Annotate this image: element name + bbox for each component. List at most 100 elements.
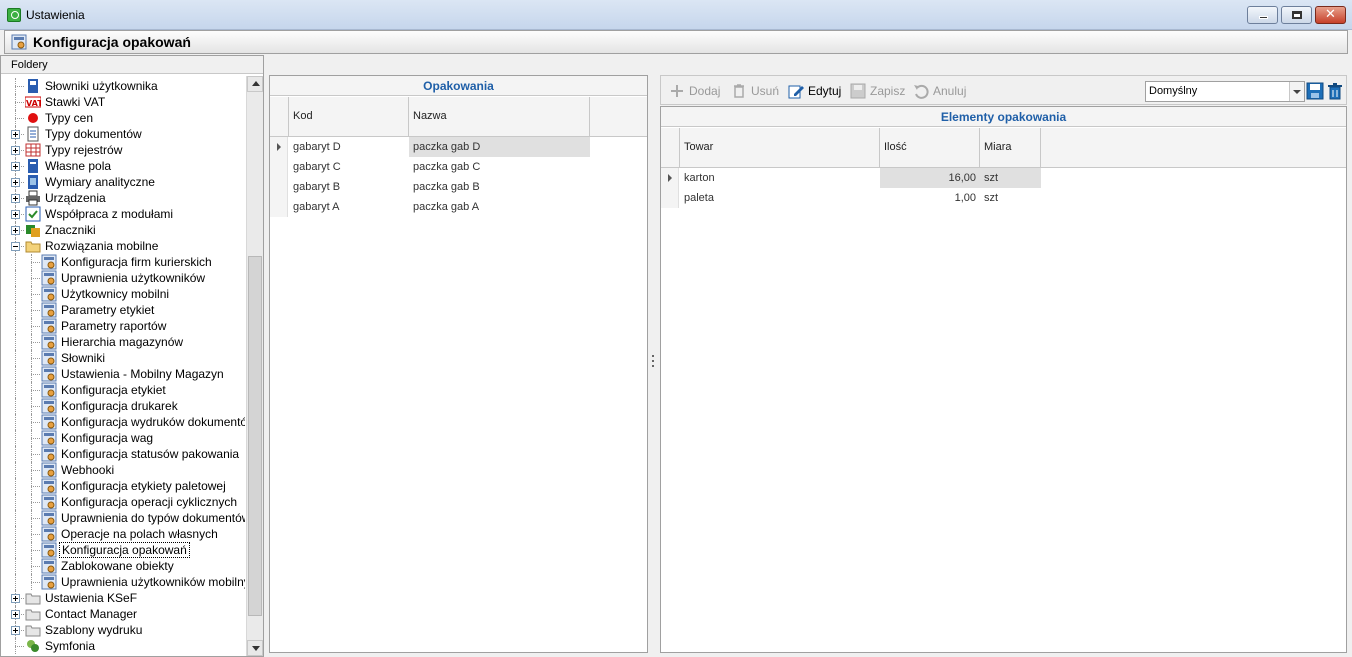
tree-item[interactable]: Parametry etykiet bbox=[1, 302, 245, 318]
tree-item[interactable]: Urządzenia bbox=[1, 190, 245, 206]
cell-ilosc[interactable]: 1,00 bbox=[880, 188, 980, 208]
splitter-handle[interactable] bbox=[652, 355, 655, 371]
cell-kod[interactable]: gabaryt C bbox=[289, 157, 409, 177]
expand-icon[interactable] bbox=[11, 594, 20, 603]
column-header-towar[interactable]: Towar bbox=[680, 128, 880, 168]
tree-item[interactable]: Rozwiązania mobilne bbox=[1, 238, 245, 254]
cell-ilosc[interactable]: 16,00 bbox=[880, 168, 980, 188]
tree-item[interactable]: Współpraca z modułami bbox=[1, 206, 245, 222]
tree-item[interactable]: Contact Manager bbox=[1, 606, 245, 622]
column-header-ilosc[interactable]: Ilość bbox=[880, 128, 980, 168]
tree-item[interactable]: Typy rejestrów bbox=[1, 142, 245, 158]
maximize-button[interactable] bbox=[1281, 6, 1312, 24]
tree-item[interactable]: Konfiguracja etykiet bbox=[1, 382, 245, 398]
tree-item[interactable]: Konfiguracja opakowań bbox=[1, 542, 245, 558]
save-button[interactable]: Zapisz bbox=[850, 81, 908, 101]
scroll-thumb[interactable] bbox=[248, 256, 262, 616]
tree-item[interactable]: Symfonia bbox=[1, 638, 245, 654]
scroll-up-button[interactable] bbox=[247, 76, 263, 92]
tree-item[interactable]: Webhooki bbox=[1, 462, 245, 478]
table-row[interactable]: paleta 1,00 szt bbox=[661, 188, 1346, 208]
table-row[interactable]: gabaryt Apaczka gab A bbox=[270, 197, 647, 217]
tree-item[interactable]: Użytkownicy mobilni bbox=[1, 286, 245, 302]
scroll-down-button[interactable] bbox=[247, 640, 263, 656]
tree-item[interactable]: Konfiguracja firm kurierskich bbox=[1, 254, 245, 270]
config-icon bbox=[41, 462, 57, 478]
tree-item[interactable]: Typy cen bbox=[1, 110, 245, 126]
chevron-down-icon[interactable] bbox=[1289, 82, 1304, 101]
cell-kod[interactable]: gabaryt A bbox=[289, 197, 409, 217]
expand-icon[interactable] bbox=[11, 210, 20, 219]
cell-kod[interactable]: gabaryt B bbox=[289, 177, 409, 197]
edit-button[interactable]: Edytuj bbox=[788, 81, 844, 101]
tree-item[interactable]: Ustawienia KSeF bbox=[1, 590, 245, 606]
tree-item[interactable]: Konfiguracja drukarek bbox=[1, 398, 245, 414]
tree-item-label: Konfiguracja wydruków dokumentów bbox=[61, 415, 245, 429]
save-layout-icon[interactable] bbox=[1306, 82, 1324, 100]
tree-item[interactable]: Uprawnienia użytkowników bbox=[1, 270, 245, 286]
minimize-button[interactable] bbox=[1247, 6, 1278, 24]
tree-line bbox=[31, 550, 40, 551]
tree-item[interactable]: VAT Stawki VAT bbox=[1, 94, 245, 110]
page-title: Konfiguracja opakowań bbox=[33, 34, 191, 50]
expand-icon[interactable] bbox=[11, 178, 20, 187]
tree-item[interactable]: Konfiguracja statusów pakowania bbox=[1, 446, 245, 462]
tree-scrollbar[interactable] bbox=[246, 76, 263, 656]
column-header-kod[interactable]: Kod bbox=[289, 97, 409, 137]
tree-item[interactable]: Parametry raportów bbox=[1, 318, 245, 334]
fields-icon bbox=[28, 159, 38, 173]
expand-icon[interactable] bbox=[11, 194, 20, 203]
cell-towar[interactable]: karton bbox=[680, 168, 880, 188]
delete-layout-icon[interactable] bbox=[1326, 82, 1344, 100]
table-row[interactable]: gabaryt Bpaczka gab B bbox=[270, 177, 647, 197]
expand-icon[interactable] bbox=[11, 226, 20, 235]
delete-button[interactable]: Usuń bbox=[731, 81, 783, 101]
tree-line bbox=[15, 382, 16, 398]
cell-miara[interactable]: szt bbox=[980, 168, 1041, 188]
expand-icon[interactable] bbox=[11, 130, 20, 139]
tree-item[interactable]: Słowniki użytkownika bbox=[1, 78, 245, 94]
cell-kod[interactable]: gabaryt D bbox=[289, 137, 409, 157]
column-header-nazwa[interactable]: Nazwa bbox=[409, 97, 590, 137]
config-icon bbox=[41, 366, 57, 382]
tree-item[interactable]: Konfiguracja wydruków dokumentów bbox=[1, 414, 245, 430]
tree-item[interactable]: Słowniki bbox=[1, 350, 245, 366]
tree-item[interactable]: Typy dokumentów bbox=[1, 126, 245, 142]
tree-item[interactable]: Uprawnienia użytkowników mobilnych bbox=[1, 574, 245, 590]
tree-line bbox=[15, 86, 24, 87]
tree-item-label: Zablokowane obiekty bbox=[61, 559, 174, 573]
cell-nazwa[interactable]: paczka gab C bbox=[409, 157, 590, 177]
tree-item[interactable]: Uprawnienia do typów dokumentów bbox=[1, 510, 245, 526]
collapse-icon[interactable] bbox=[11, 242, 20, 251]
table-row[interactable]: gabaryt Dpaczka gab D bbox=[270, 137, 647, 157]
table-row[interactable]: karton 16,00 szt bbox=[661, 168, 1346, 188]
expand-icon[interactable] bbox=[11, 610, 20, 619]
tree-item[interactable]: Znaczniki bbox=[1, 222, 245, 238]
tree-item[interactable]: Zablokowane obiekty bbox=[1, 558, 245, 574]
tree-item[interactable]: Konfiguracja wag bbox=[1, 430, 245, 446]
add-button[interactable]: Dodaj bbox=[669, 81, 725, 101]
tree-item[interactable]: Własne pola bbox=[1, 158, 245, 174]
tree-item[interactable]: Szablony wydruku bbox=[1, 622, 245, 638]
tree-item[interactable]: Hierarchia magazynów bbox=[1, 334, 245, 350]
cell-towar[interactable]: paleta bbox=[680, 188, 880, 208]
tree-item[interactable]: Operacje na polach własnych bbox=[1, 526, 245, 542]
expand-icon[interactable] bbox=[11, 162, 20, 171]
expand-icon[interactable] bbox=[11, 626, 20, 635]
tree-item[interactable]: Konfiguracja operacji cyklicznych bbox=[1, 494, 245, 510]
close-button[interactable]: ✕ bbox=[1315, 6, 1346, 24]
folders-tree[interactable]: Słowniki użytkownika VAT Stawki VAT Typy ce… bbox=[1, 76, 245, 654]
cancel-button[interactable]: Anuluj bbox=[913, 81, 973, 101]
tree-line bbox=[31, 302, 32, 318]
expand-icon[interactable] bbox=[11, 146, 20, 155]
tree-item[interactable]: Wymiary analityczne bbox=[1, 174, 245, 190]
tree-item[interactable]: Ustawienia - Mobilny Magazyn bbox=[1, 366, 245, 382]
cell-nazwa[interactable]: paczka gab A bbox=[409, 197, 590, 217]
table-row[interactable]: gabaryt Cpaczka gab C bbox=[270, 157, 647, 177]
cell-nazwa[interactable]: paczka gab B bbox=[409, 177, 590, 197]
tree-item[interactable]: Konfiguracja etykiety paletowej bbox=[1, 478, 245, 494]
cell-miara[interactable]: szt bbox=[980, 188, 1041, 208]
layout-select[interactable]: Domyślny bbox=[1145, 81, 1305, 102]
column-header-miara[interactable]: Miara bbox=[980, 128, 1041, 168]
cell-nazwa[interactable]: paczka gab D bbox=[409, 137, 590, 157]
